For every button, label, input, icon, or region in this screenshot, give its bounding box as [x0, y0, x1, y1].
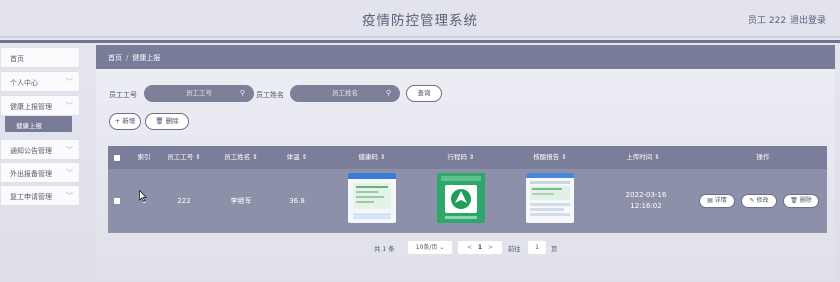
delete-button[interactable]: 🗑 删除	[783, 194, 819, 208]
cell-upload-time: 2022-03-16 12:16:02	[625, 191, 667, 210]
pager: < 1 >	[458, 241, 502, 254]
trash-icon: 🗑	[790, 197, 800, 204]
sidebar: 首页 个人中心 ﹀ 健康上报管理 ﹀ 健康上报 通知公告管理 ﹀ 外出报备管理 …	[0, 45, 88, 282]
detail-button[interactable]: ▤ 详情	[699, 194, 735, 208]
goto-label: 前往	[508, 246, 521, 253]
health-code-image	[348, 173, 396, 223]
col-nat-report[interactable]: 核酸报告 ⇕	[520, 146, 580, 169]
nat-report-image	[526, 173, 574, 223]
prev-page-button[interactable]: <	[467, 244, 472, 251]
col-employee-id[interactable]: 员工工号 ⇕	[160, 146, 208, 169]
sidebar-subitem-health-report[interactable]: 健康上报	[5, 116, 72, 132]
table-row: 1 222 李继军 36.8 2022-03-1	[108, 169, 827, 233]
col-index: 索引	[137, 153, 151, 161]
batch-delete-button[interactable]: 🗑 删除	[145, 113, 189, 130]
sidebar-item-label: 外出报备管理	[10, 170, 52, 178]
next-page-button[interactable]: >	[488, 244, 493, 251]
mouse-pointer-icon	[139, 190, 147, 202]
col-health-code[interactable]: 健康码 ⇕	[344, 146, 400, 169]
search-icon: ⚲	[385, 89, 391, 97]
current-user-label: 员工 222	[748, 16, 787, 26]
employee-name-input[interactable]: 员工姓名 ⚲	[290, 85, 400, 102]
goto-page-input[interactable]: 1	[528, 241, 546, 254]
cell-temperature: 36.8	[289, 197, 305, 205]
logout-link[interactable]: 退出登录	[790, 13, 826, 26]
delete-label: 删除	[799, 197, 812, 204]
page-unit-label: 页	[551, 246, 558, 253]
search-icon: ⚲	[239, 89, 245, 97]
employee-name-label: 员工姓名	[256, 91, 284, 99]
sidebar-item-notice-mgmt[interactable]: 通知公告管理 ﹀	[0, 139, 80, 160]
sidebar-item-label: 健康上报	[16, 122, 42, 130]
sidebar-item-outing-mgmt[interactable]: 外出报备管理 ﹀	[0, 162, 80, 183]
col-operations: 操作	[756, 153, 770, 161]
header-divider	[0, 40, 840, 43]
sidebar-item-label: 个人中心	[10, 79, 38, 87]
detail-label: 详情	[714, 197, 727, 204]
sidebar-item-label: 首页	[10, 55, 24, 63]
total-count: 共 1 条	[374, 246, 395, 253]
sidebar-item-label: 通知公告管理	[10, 147, 52, 155]
chevron-down-icon: ﹀	[66, 102, 73, 110]
top-bar: 疫情防控管理系统 员工 222 退出登录	[0, 0, 840, 38]
employee-id-input[interactable]: 员工工号 ⚲	[144, 85, 254, 102]
sidebar-item-label: 复工申请管理	[10, 193, 52, 201]
employee-id-label: 员工工号	[109, 91, 137, 99]
checkbox-icon	[114, 198, 120, 204]
chevron-down-icon: ﹀	[66, 169, 73, 177]
main-panel: 首页 / 健康上报 员工工号 员工工号 ⚲ 员工姓名 员工姓名 ⚲ 查询 + 新增 …	[96, 45, 835, 280]
app-title: 疫情防控管理系统	[362, 13, 478, 29]
page-size-select[interactable]: 10条/页 ⌄	[408, 241, 452, 254]
sidebar-item-health-report-mgmt[interactable]: 健康上报管理 ﹀	[0, 95, 80, 116]
select-all-checkbox[interactable]	[108, 146, 126, 169]
checkbox-icon	[114, 154, 120, 161]
edit-label: 修改	[756, 197, 769, 204]
sidebar-item-home[interactable]: 首页	[0, 47, 80, 68]
chevron-down-icon: ﹀	[66, 146, 73, 154]
sidebar-item-return-work-mgmt[interactable]: 复工申请管理 ﹀	[0, 185, 80, 206]
cell-employee-name: 李继军	[230, 197, 252, 205]
employee-name-placeholder: 员工姓名	[332, 89, 358, 97]
add-button[interactable]: + 新增	[109, 113, 141, 130]
chevron-down-icon: ﹀	[66, 192, 73, 200]
trip-code-image	[437, 173, 485, 223]
nat-report-thumbnail[interactable]	[526, 173, 574, 223]
current-page[interactable]: 1	[478, 244, 482, 251]
row-checkbox[interactable]	[108, 169, 126, 233]
cell-employee-id: 222	[177, 197, 191, 205]
col-trip-code[interactable]: 行程码 ⇕	[433, 146, 489, 169]
breadcrumb-separator: /	[126, 54, 129, 62]
breadcrumb-home[interactable]: 首页	[108, 54, 122, 62]
chevron-down-icon: ⌄	[439, 244, 445, 251]
trip-code-thumbnail[interactable]	[437, 173, 485, 223]
chevron-down-icon: ﹀	[66, 78, 73, 86]
col-temperature[interactable]: 体温 ⇕	[276, 146, 318, 169]
health-code-thumbnail[interactable]	[348, 173, 396, 223]
edit-button[interactable]: ✎ 修改	[741, 194, 777, 208]
sidebar-item-label: 健康上报管理	[10, 103, 52, 111]
query-button[interactable]: 查询	[406, 85, 442, 102]
employee-id-placeholder: 员工工号	[186, 89, 212, 97]
detail-icon: ▤	[707, 197, 715, 204]
table-header: 索引 员工工号 ⇕ 员工姓名 ⇕ 体温 ⇕ 健康码 ⇕ 行程码 ⇕ 核酸报告 ⇕…	[108, 146, 827, 169]
sidebar-item-personal-center[interactable]: 个人中心 ﹀	[0, 71, 80, 92]
page-size-value: 10条/页	[415, 244, 438, 251]
breadcrumb-current: 健康上报	[132, 54, 161, 62]
col-employee-name[interactable]: 员工姓名 ⇕	[216, 146, 266, 169]
col-upload-time[interactable]: 上传时间 ⇕	[613, 146, 673, 169]
breadcrumb: 首页 / 健康上报	[96, 45, 835, 69]
